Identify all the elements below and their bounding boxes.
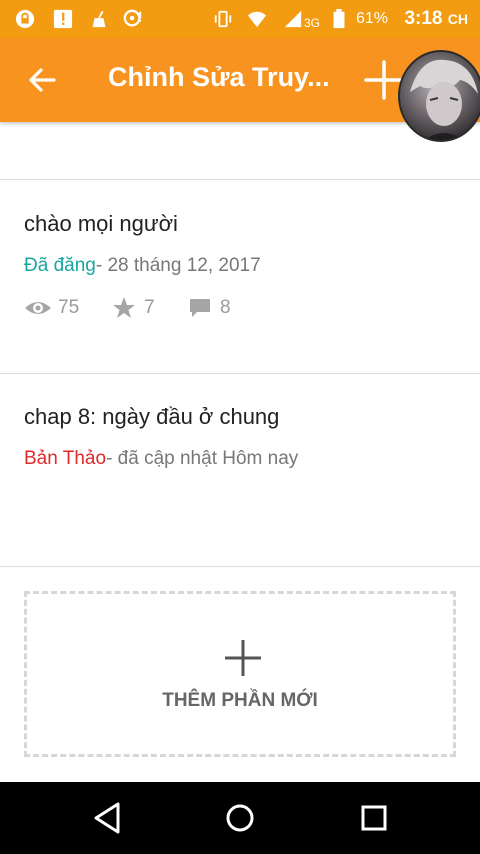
part-date: - 28 tháng 12, 2017 — [95, 255, 261, 276]
battery-percentage: 61% — [356, 10, 389, 27]
chat-notification-icon — [123, 9, 142, 27]
status-bar: 3G 61% 3:18 CH — [0, 0, 480, 38]
plus-icon — [225, 640, 261, 676]
add-new-part-label: THÊM PHẦN MỚI — [162, 690, 318, 711]
home-nav-icon[interactable] — [222, 800, 258, 836]
lock-notification-icon — [15, 9, 35, 29]
recents-nav-icon[interactable] — [356, 800, 392, 836]
published-status: Đã đăng — [24, 255, 96, 276]
comments-count: 8 — [220, 297, 231, 318]
vibrate-icon — [214, 10, 232, 28]
views-stat: 75 — [24, 295, 84, 321]
clock: 3:18 CH — [404, 8, 468, 30]
cleaner-notification-icon — [92, 10, 106, 28]
avatar[interactable] — [398, 50, 480, 142]
clock-time: 3:18 — [404, 8, 443, 29]
part-row[interactable]: chào mọi người Đã đăng- 28 tháng 12, 201… — [0, 181, 480, 374]
back-nav-icon[interactable] — [90, 800, 126, 836]
avatar-image — [410, 59, 478, 140]
comment-icon — [190, 299, 210, 317]
eye-icon — [25, 302, 51, 314]
part-updated: - đã cập nhật Hôm nay — [106, 448, 299, 469]
alert-notification-icon — [53, 9, 73, 29]
comments-stat: 8 — [188, 295, 238, 321]
part-status-line: Bản Thảo- đã cập nhật Hôm nay — [24, 448, 298, 470]
network-type: 3G — [304, 16, 321, 30]
part-status-line: Đã đăng- 28 tháng 12, 2017 — [24, 255, 261, 277]
partial-part-row — [0, 122, 480, 180]
part-stats: 75 7 8 — [24, 295, 264, 321]
star-icon — [113, 297, 135, 318]
part-title: chap 8: ngày đầu ở chung — [24, 404, 280, 429]
votes-count: 7 — [144, 297, 155, 318]
page-title: Chỉnh Sửa Truy... — [108, 62, 330, 92]
app-bar: Chỉnh Sửa Truy... — [0, 38, 480, 142]
signal-icon — [284, 10, 302, 28]
navigation-bar — [0, 782, 480, 854]
views-count: 75 — [58, 297, 80, 318]
part-title: chào mọi người — [24, 211, 178, 236]
draft-status: Bản Thảo — [24, 448, 107, 469]
add-new-part-button[interactable]: THÊM PHẦN MỚI — [24, 591, 456, 757]
part-row[interactable]: chap 8: ngày đầu ở chung Bản Thảo- đã cậ… — [0, 374, 480, 567]
battery-icon — [333, 9, 345, 29]
votes-stat: 7 — [112, 295, 162, 321]
clock-suffix: CH — [447, 11, 468, 27]
wifi-icon — [247, 11, 267, 28]
back-button[interactable] — [24, 64, 60, 96]
